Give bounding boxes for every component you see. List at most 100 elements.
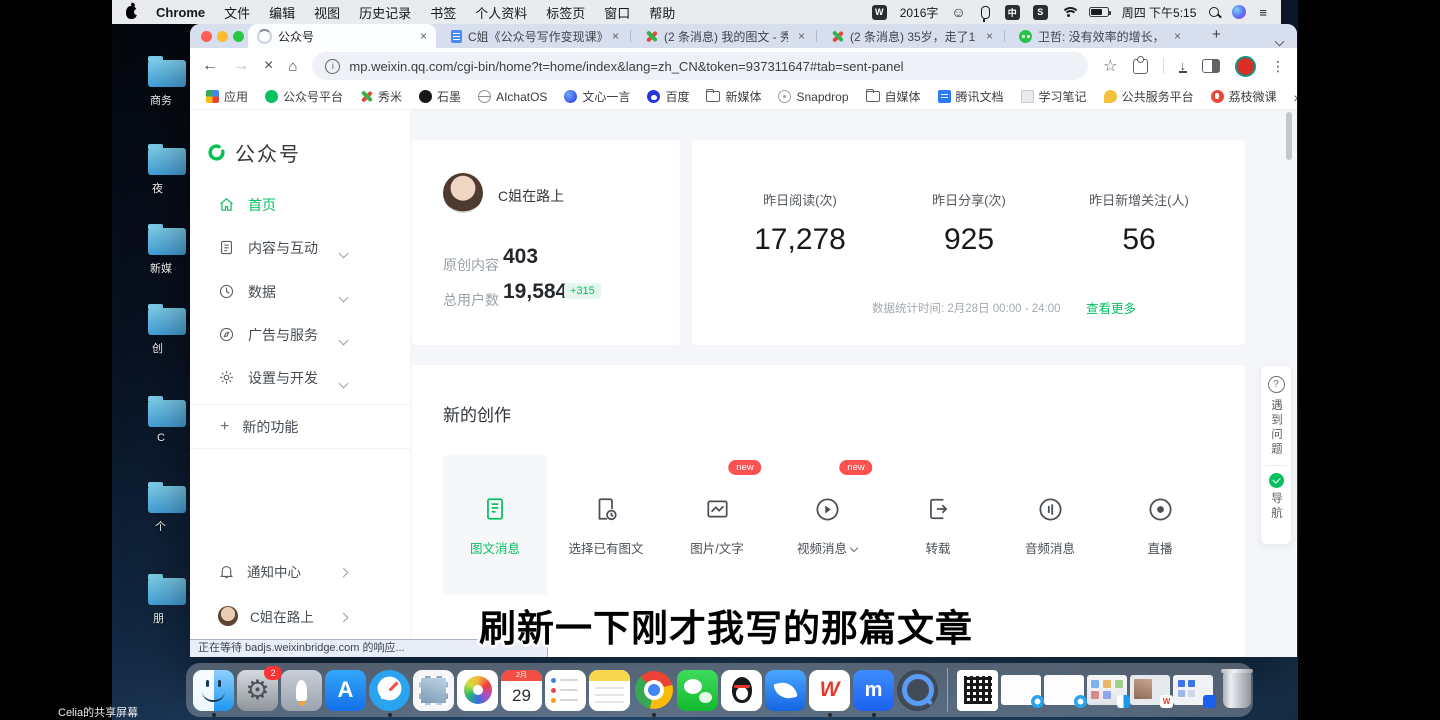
sidebar-item-home[interactable]: 首页 [190, 183, 410, 226]
folder-icon[interactable] [148, 400, 186, 427]
wechat-icon[interactable] [677, 670, 718, 711]
sidebar-item-account[interactable]: C姐在路上 [190, 598, 410, 634]
site-info-icon[interactable]: i [325, 59, 340, 74]
folder-icon[interactable] [148, 228, 186, 255]
tencent-meeting-icon[interactable]: m [853, 670, 894, 711]
profile-avatar[interactable] [1235, 56, 1256, 77]
menu-item-profiles[interactable]: 个人资料 [475, 3, 527, 22]
thunder-icon[interactable] [765, 670, 806, 711]
bookmarks-overflow-chevron[interactable]: » [1294, 89, 1297, 105]
creation-item-audio[interactable]: 音频消息 [995, 494, 1105, 558]
bookmark-apps[interactable]: 应用 [206, 88, 248, 105]
mail-icon[interactable] [413, 670, 454, 711]
siri-icon[interactable] [1232, 5, 1246, 19]
tab-weizhe-article[interactable]: 卫哲: 没有效率的增长，是在加 × [1010, 24, 1190, 48]
battery-icon[interactable] [1089, 7, 1109, 17]
menu-item-tabs[interactable]: 标签页 [546, 3, 585, 22]
folder-icon[interactable] [148, 60, 186, 87]
photos-icon[interactable] [457, 670, 498, 711]
url-text[interactable]: mp.weixin.qq.com/cgi-bin/home?t=home/ind… [349, 59, 903, 74]
minimized-safari-window[interactable] [1044, 675, 1084, 705]
bookmark-folder-newmedia[interactable]: 新媒体 [706, 88, 761, 105]
stat-follow[interactable]: 昨日新增关注(人) 56 [1039, 190, 1239, 257]
nav-guide-icon[interactable] [1269, 473, 1284, 488]
minimize-window-button[interactable] [217, 31, 228, 42]
bookmark-public-service[interactable]: 公共服务平台 [1104, 88, 1194, 105]
address-bar[interactable]: i mp.weixin.qq.com/cgi-bin/home?t=home/i… [312, 52, 1088, 80]
page-scrollbar[interactable] [1286, 112, 1292, 160]
spotlight-search-icon[interactable] [1209, 7, 1219, 17]
bookmark-tencent-docs[interactable]: 腾讯文档 [938, 88, 1004, 105]
folder-icon[interactable] [148, 486, 186, 513]
bookmark-lizhi[interactable]: 荔枝微课 [1211, 88, 1277, 105]
sidebar-item-settings[interactable]: 设置与开发 [190, 356, 410, 399]
system-settings-icon[interactable]: ⚙2 [237, 670, 278, 711]
apple-menu-icon[interactable] [126, 6, 137, 19]
profile-photo-avatar[interactable] [443, 173, 483, 213]
tab-search-chevron-icon[interactable] [1276, 32, 1283, 50]
chrome-icon[interactable] [633, 670, 674, 711]
tab-close-icon[interactable]: × [798, 29, 805, 43]
sidebar-item-ads[interactable]: 广告与服务 [190, 313, 410, 356]
tab-gongzhonghao[interactable]: 公众号 × [248, 24, 436, 48]
sidebar-item-notifications[interactable]: 通知中心 [190, 553, 410, 589]
tab-writing-course[interactable]: C姐《公众号写作变现课》 × [442, 24, 628, 48]
nav-guide-label[interactable]: 导航 [1268, 492, 1284, 521]
sidebar-item-new-feature[interactable]: + 新的功能 [190, 404, 410, 449]
browser-menu-icon[interactable]: ⋮ [1271, 58, 1285, 75]
safari-icon[interactable] [369, 670, 410, 711]
folder-icon[interactable] [148, 308, 186, 335]
input-method-icon[interactable]: 中 [1005, 5, 1020, 20]
sidebar-item-data[interactable]: 数据 [190, 270, 410, 313]
extensions-icon[interactable] [1133, 59, 1148, 74]
close-window-button[interactable] [201, 31, 212, 42]
menu-item-view[interactable]: 视图 [314, 3, 340, 22]
tab-close-icon[interactable]: × [420, 29, 427, 43]
quicktime-icon[interactable] [897, 670, 938, 711]
menu-clock[interactable]: 周四 下午5:15 [1122, 4, 1197, 21]
menu-item-window[interactable]: 窗口 [604, 3, 630, 22]
creation-item-tuwen[interactable]: 图文消息 [440, 494, 550, 558]
downloads-icon[interactable]: ↓ [1179, 60, 1188, 73]
tab-close-icon[interactable]: × [986, 29, 993, 43]
bookmark-snapdrop[interactable]: Snapdrop [778, 90, 848, 104]
trash-icon[interactable] [1216, 670, 1257, 711]
view-more-link[interactable]: 查看更多 [1086, 298, 1136, 317]
finder-icon[interactable] [193, 670, 234, 711]
creation-item-image-text[interactable]: 图片/文字 [662, 494, 772, 558]
wps-office-icon[interactable]: W [809, 670, 850, 711]
menu-item-bookmarks[interactable]: 书签 [430, 3, 456, 22]
sogou-icon[interactable]: S [1033, 5, 1048, 20]
creation-item-repost[interactable]: 转载 [883, 494, 993, 558]
bookmark-folder-selfmedia[interactable]: 自媒体 [866, 88, 921, 105]
forward-button[interactable]: → [233, 58, 249, 74]
help-label[interactable]: 遇到问题 [1268, 399, 1284, 457]
emoji-status-icon[interactable]: ☺ [951, 5, 965, 19]
bookmark-mp-platform[interactable]: 公众号平台 [265, 88, 343, 105]
total-users-value[interactable]: 19,584 [503, 280, 567, 304]
mic-icon[interactable] [981, 6, 990, 19]
tab-close-icon[interactable]: × [1174, 29, 1181, 43]
reminders-icon[interactable] [545, 670, 586, 711]
tab-xiumi-mytuwen[interactable]: (2 条消息) 我的图文 - 秀米XIU × [636, 24, 814, 48]
bookmark-wenxin[interactable]: 文心一言 [564, 88, 630, 105]
new-tab-button[interactable]: + [1212, 26, 1221, 43]
minimized-qr-window[interactable] [957, 670, 998, 711]
tab-close-icon[interactable]: × [612, 29, 619, 43]
bookmark-study-notes[interactable]: 学习笔记 [1021, 88, 1087, 105]
sidebar-item-content[interactable]: 内容与互动 [190, 226, 410, 269]
launchpad-icon[interactable] [281, 670, 322, 711]
side-panel-icon[interactable] [1202, 59, 1220, 73]
stop-loading-button[interactable]: × [264, 58, 273, 74]
menu-item-edit[interactable]: 编辑 [269, 3, 295, 22]
qq-icon[interactable] [721, 670, 762, 711]
zoom-window-button[interactable] [233, 31, 244, 42]
question-icon[interactable]: ? [1268, 376, 1285, 393]
wifi-icon[interactable] [1061, 7, 1076, 18]
wps-status-icon[interactable]: W [872, 5, 887, 20]
creation-item-live[interactable]: 直播 [1105, 494, 1215, 558]
calendar-icon[interactable]: 2月 29 [501, 670, 542, 711]
menu-app-name[interactable]: Chrome [156, 5, 205, 20]
bookmark-baidu[interactable]: 百度 [647, 88, 689, 105]
bookmark-shimo[interactable]: 石墨 [419, 88, 461, 105]
